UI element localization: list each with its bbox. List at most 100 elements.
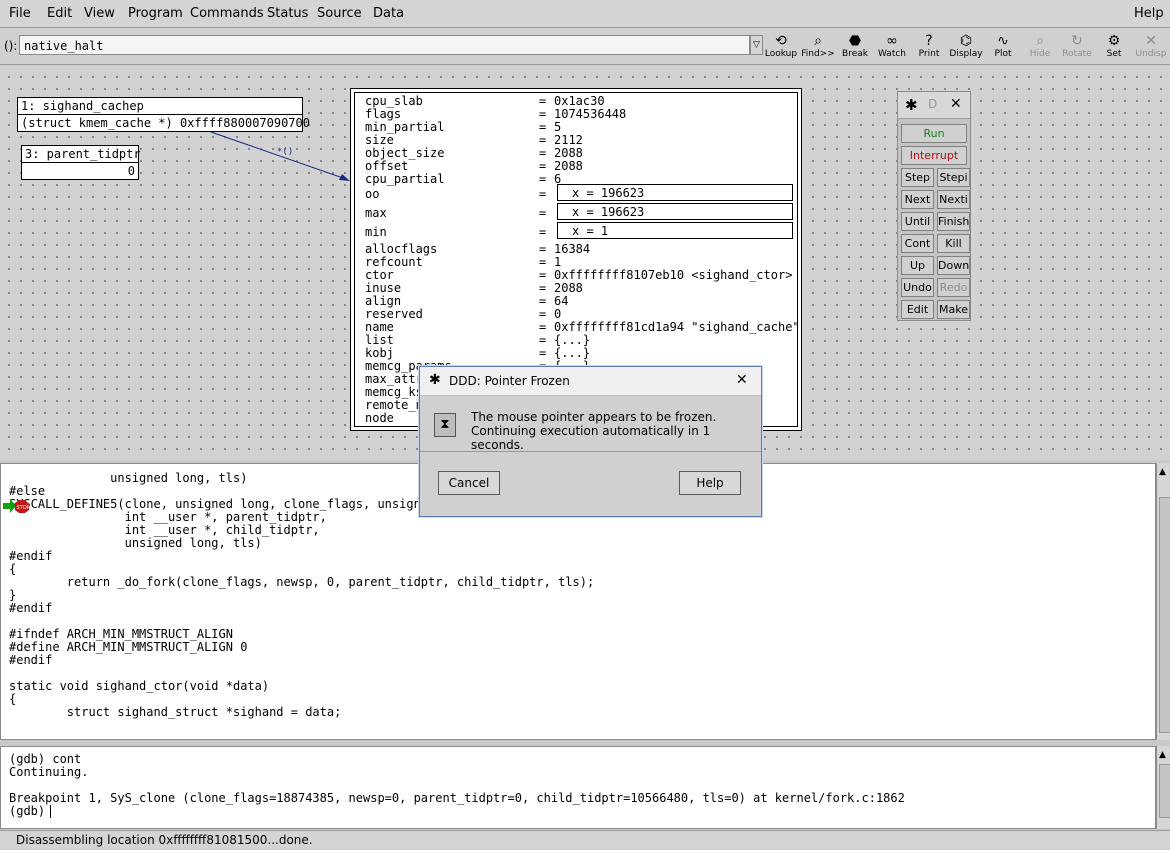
tool-label: Print <box>918 49 940 59</box>
display-sighand-cachep[interactable]: 1: sighand_cachep (struct kmem_cache *) … <box>17 97 310 132</box>
ddd-bug-icon: ✱ <box>429 372 441 388</box>
status-bar: Disassembling location 0xffffffff8108150… <box>0 830 1170 849</box>
hourglass-icon: ⧗ <box>434 413 456 437</box>
set-icon: ⚙ <box>1107 33 1121 49</box>
text-cursor <box>50 805 51 818</box>
dialog-titlebar: ✱ DDD: Pointer Frozen ✕ <box>420 367 761 396</box>
tool-watch-button[interactable]: ∞ Watch <box>874 33 910 61</box>
field-name: cpu_partial <box>365 172 445 186</box>
scroll-up-icon[interactable]: ▲ <box>1159 750 1166 760</box>
kill-button[interactable]: Kill <box>937 234 970 253</box>
tool-plot-button[interactable]: ∿ Plot <box>985 33 1021 61</box>
menu-program[interactable]: Program <box>128 6 183 21</box>
display-icon: ⌬ <box>959 33 973 49</box>
display-header: 3: parent_tidptr <box>22 146 141 163</box>
tool-label: Plot <box>994 49 1012 59</box>
field-equals: = <box>539 187 547 201</box>
down-button[interactable]: Down <box>937 256 970 275</box>
nexti-button[interactable]: Nexti <box>937 190 970 209</box>
close-icon[interactable]: ✕ <box>950 96 962 112</box>
display-parent-tidptr[interactable]: 3: parent_tidptr 0 <box>21 145 141 180</box>
argument-input[interactable]: native_halt <box>19 35 750 55</box>
argument-label: (): <box>4 39 18 53</box>
field-equals: = <box>539 206 547 220</box>
display-value: 0 <box>127 164 135 178</box>
stepi-button[interactable]: Stepi <box>937 168 970 187</box>
tool-undisp-button[interactable]: ✕ Undisp <box>1133 33 1169 61</box>
tool-find-button[interactable]: ⌕ Find>> <box>800 33 836 61</box>
tool-display-button[interactable]: ⌬ Display <box>948 33 984 61</box>
menu-commands[interactable]: Commands <box>190 6 264 21</box>
step-button[interactable]: Step <box>901 168 934 187</box>
pointer-frozen-dialog: ✱ DDD: Pointer Frozen ✕ ⧗ The mouse poin… <box>419 366 762 517</box>
menu-source[interactable]: Source <box>317 6 362 21</box>
argument-history-dropdown[interactable]: ▽ <box>750 35 763 55</box>
command-tool-titlebar: ✱ D ✕ <box>898 92 970 119</box>
menu-data[interactable]: Data <box>373 6 404 21</box>
console-line: (gdb) <box>9 804 53 818</box>
command-tool-title: D <box>928 97 938 111</box>
scroll-up-icon[interactable]: ▲ <box>1159 467 1166 477</box>
source-line[interactable]: static void sighand_ctor(void *data) <box>9 680 269 693</box>
tool-label: Lookup <box>764 49 798 59</box>
field-name: max <box>365 206 387 220</box>
stop-sign-icon: ⬣ <box>848 33 862 49</box>
dialog-message-line2: Continuing execution automatically in 1 … <box>471 424 711 452</box>
until-button[interactable]: Until <box>901 212 934 231</box>
magnifier-icon: ⌕ <box>1036 33 1044 49</box>
cancel-button[interactable]: Cancel <box>438 471 500 495</box>
help-button[interactable]: Help <box>679 471 741 495</box>
gdb-console[interactable]: (gdb) cont Continuing. Breakpoint 1, SyS_c… <box>0 746 1156 829</box>
tool-set-button[interactable]: ⚙ Set <box>1096 33 1132 61</box>
cont-button[interactable]: Cont <box>901 234 934 253</box>
source-scrollbar[interactable]: ▲ <box>1156 463 1170 740</box>
execution-arrow-icon <box>3 499 16 513</box>
dialog-divider <box>420 451 761 452</box>
breakpoint-marker[interactable]: STOP <box>3 499 31 513</box>
source-line[interactable]: #endif <box>9 654 52 667</box>
stop-label: STOP <box>17 505 30 511</box>
scroll-thumb[interactable] <box>1159 764 1170 818</box>
scroll-thumb[interactable] <box>1159 497 1170 733</box>
edit-button[interactable]: Edit <box>901 300 934 319</box>
field-name: min <box>365 225 387 239</box>
dialog-close-icon[interactable]: ✕ <box>736 372 748 388</box>
menu-file[interactable]: File <box>9 6 31 21</box>
field-equals: = <box>539 172 547 186</box>
tool-break-button[interactable]: ⬣ Break <box>837 33 873 61</box>
redo-button[interactable]: Redo <box>937 278 970 297</box>
field-name: oo <box>365 187 380 201</box>
tool-lookup-button[interactable]: ⟲ Lookup <box>763 33 799 61</box>
dialog-message-line1: The mouse pointer appears to be frozen. <box>471 410 717 424</box>
console-line: Continuing. <box>9 765 89 779</box>
struct-subvalue-max[interactable]: x = 196623 <box>557 203 793 220</box>
tool-rotate-button[interactable]: ↻ Rotate <box>1059 33 1095 61</box>
interrupt-button[interactable]: Interrupt <box>901 146 967 165</box>
source-line[interactable]: struct sighand_struct *sighand = data; <box>9 706 342 719</box>
tool-print-button[interactable]: ? Print <box>911 33 947 61</box>
menu-view[interactable]: View <box>84 6 115 21</box>
display-header: 1: sighand_cachep <box>18 98 302 115</box>
field-value: 1074536448 <box>554 107 627 121</box>
source-line[interactable]: return _do_fork(clone_flags, newsp, 0, p… <box>9 576 594 589</box>
menu-help[interactable]: Help <box>1134 6 1164 21</box>
struct-subvalue-oo[interactable]: x = 196623 <box>557 184 793 201</box>
ddd-bug-icon: ✱ <box>905 96 918 114</box>
finish-button[interactable]: Finish <box>937 212 970 231</box>
struct-subvalue-min[interactable]: x = 1 <box>557 222 793 239</box>
rotate-icon: ↻ <box>1071 33 1083 49</box>
console-scrollbar[interactable]: ▲ <box>1156 746 1170 829</box>
up-button[interactable]: Up <box>901 256 934 275</box>
undo-button[interactable]: Undo <box>901 278 934 297</box>
make-button[interactable]: Make <box>937 300 970 319</box>
next-button[interactable]: Next <box>901 190 934 209</box>
run-button[interactable]: Run <box>901 124 967 143</box>
tool-label: Break <box>842 49 868 59</box>
binoculars-icon: ⌕ <box>814 33 822 49</box>
menu-status[interactable]: Status <box>267 6 308 21</box>
tool-hide-button[interactable]: ⌕ Hide <box>1022 33 1058 61</box>
question-icon: ? <box>925 33 933 49</box>
menu-edit[interactable]: Edit <box>47 6 72 21</box>
source-line[interactable]: #endif <box>9 602 52 615</box>
tool-label: Display <box>949 49 983 59</box>
